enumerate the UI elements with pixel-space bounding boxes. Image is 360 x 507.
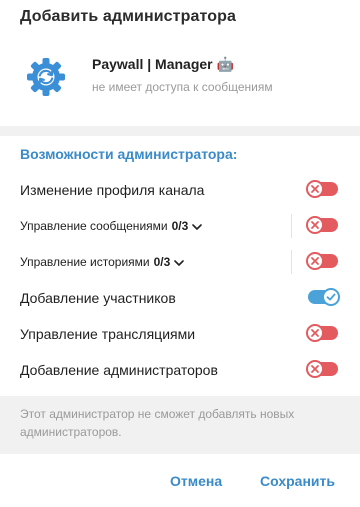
- toggle-knob: [306, 180, 324, 198]
- permission-row-add-admins[interactable]: Добавление администраторов: [0, 353, 360, 387]
- permission-row-manage-messages[interactable]: Управление сообщениями 0/3: [0, 209, 360, 243]
- toggle-knob: [322, 288, 340, 306]
- toggle-knob: [306, 324, 324, 342]
- row-divider: [291, 214, 292, 238]
- toggle-knob: [306, 216, 324, 234]
- permission-toggle[interactable]: [306, 252, 338, 270]
- toggle-knob: [306, 360, 324, 378]
- cross-icon: [311, 185, 319, 193]
- permission-counter: 0/3: [171, 219, 189, 233]
- permission-label: Добавление участников: [20, 290, 176, 306]
- bot-name-text: Paywall | Manager: [92, 56, 213, 72]
- bot-avatar: [24, 55, 68, 99]
- chevron-down-icon[interactable]: [192, 220, 203, 234]
- bot-status: не имеет доступа к сообщениям: [92, 80, 273, 94]
- chevron-down-icon[interactable]: [174, 256, 185, 270]
- permission-label-expandable[interactable]: Управление сообщениями 0/3: [20, 219, 203, 234]
- permission-label: Управление историями: [20, 255, 150, 269]
- row-divider: [291, 250, 292, 274]
- permission-label: Управление сообщениями: [20, 219, 168, 233]
- permission-toggle[interactable]: [306, 216, 338, 234]
- permission-row-manage-stories[interactable]: Управление историями 0/3: [0, 245, 360, 279]
- save-button[interactable]: Сохранить: [260, 470, 335, 492]
- dialog-title: Добавить администратора: [20, 8, 236, 25]
- permission-toggle[interactable]: [306, 180, 338, 198]
- robot-emoji-icon: 🤖: [216, 56, 235, 72]
- permission-counter: 0/3: [153, 255, 171, 269]
- cross-icon: [311, 257, 319, 265]
- cancel-button[interactable]: Отмена: [170, 470, 222, 492]
- bot-name: Paywall | Manager 🤖: [92, 56, 234, 73]
- info-note: Этот администратор не сможет добавлять н…: [0, 396, 360, 454]
- bot-info: Paywall | Manager 🤖 не имеет доступа к со…: [0, 46, 360, 110]
- permission-label: Добавление администраторов: [20, 362, 218, 378]
- cross-icon: [311, 365, 319, 373]
- info-note-text: Этот администратор не сможет добавлять н…: [20, 407, 295, 439]
- permission-row-add-members[interactable]: Добавление участников: [0, 281, 360, 315]
- check-icon: [326, 293, 336, 301]
- section-divider: [0, 126, 360, 136]
- permission-toggle[interactable]: [306, 324, 338, 342]
- permissions-section-title: Возможности администратора:: [20, 146, 238, 162]
- permission-label-expandable[interactable]: Управление историями 0/3: [20, 255, 185, 270]
- permission-toggle[interactable]: [306, 360, 338, 378]
- permission-toggle[interactable]: [308, 288, 340, 306]
- cross-icon: [311, 221, 319, 229]
- toggle-knob: [306, 252, 324, 270]
- gear-sync-icon: [27, 58, 65, 96]
- cross-icon: [311, 329, 319, 337]
- permission-row-manage-streams[interactable]: Управление трансляциями: [0, 317, 360, 351]
- permission-label: Управление трансляциями: [20, 326, 196, 342]
- permission-label: Изменение профиля канала: [20, 182, 205, 198]
- permission-row-change-profile[interactable]: Изменение профиля канала: [0, 173, 360, 207]
- add-admin-dialog: Добавить администратора Paywall | Manage…: [0, 0, 360, 507]
